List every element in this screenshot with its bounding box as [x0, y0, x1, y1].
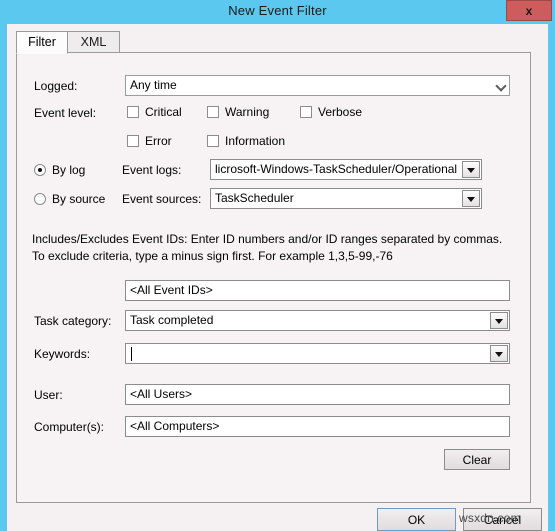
- checkbox-label: Error: [145, 134, 172, 148]
- event-ids-input[interactable]: <All Event IDs>: [125, 280, 510, 301]
- close-icon[interactable]: x: [506, 0, 552, 21]
- ok-button[interactable]: OK: [377, 508, 456, 531]
- computers-input[interactable]: <All Computers>: [125, 416, 510, 437]
- event-ids-help-text: Includes/Excludes Event IDs: Enter ID nu…: [32, 232, 503, 263]
- user-label: User:: [34, 388, 63, 402]
- checkbox-box: [300, 106, 312, 118]
- logged-label: Logged:: [34, 79, 78, 93]
- task-category-label: Task category:: [34, 314, 112, 328]
- cancel-button[interactable]: Cancel: [463, 508, 542, 531]
- checkbox-box: [127, 106, 139, 118]
- radio-label: By log: [52, 163, 86, 177]
- dropdown-arrow-icon[interactable]: [490, 312, 508, 329]
- event-sources-value: TaskScheduler: [215, 191, 294, 205]
- task-category-combobox[interactable]: Task completed: [125, 310, 510, 331]
- checkbox-label: Warning: [225, 105, 270, 119]
- checkbox-box: [207, 106, 219, 118]
- window-title: New Event Filter: [228, 3, 327, 18]
- dropdown-arrow-icon[interactable]: [462, 161, 480, 178]
- text-caret: [131, 347, 132, 361]
- task-category-value: Task completed: [130, 313, 214, 327]
- checkbox-box: [127, 135, 139, 147]
- checkbox-label: Critical: [145, 105, 182, 119]
- keywords-label: Keywords:: [34, 347, 91, 361]
- checkbox-box: [207, 135, 219, 147]
- logged-combobox[interactable]: Any time: [125, 75, 510, 96]
- event-logs-label: Event logs:: [122, 163, 182, 177]
- event-logs-combobox[interactable]: licrosoft-Windows-TaskScheduler/Operatio…: [210, 159, 482, 180]
- new-event-filter-dialog: New Event Filter x Filter XML Logged: An…: [0, 0, 555, 531]
- dropdown-arrow-icon[interactable]: [462, 190, 480, 207]
- checkbox-label: Information: [225, 134, 286, 148]
- filter-tab-panel: Logged: Any time Event level: Critical W…: [16, 52, 531, 503]
- clear-button[interactable]: Clear: [444, 449, 510, 470]
- event-sources-label: Event sources:: [122, 192, 202, 206]
- event-sources-combobox[interactable]: TaskScheduler: [210, 188, 482, 209]
- tab-filter[interactable]: Filter: [16, 31, 68, 54]
- user-input[interactable]: <All Users>: [125, 384, 510, 405]
- checkbox-label: Verbose: [318, 105, 363, 119]
- radio-dot: [34, 193, 46, 205]
- keywords-combobox[interactable]: [125, 343, 510, 364]
- dropdown-arrow-icon[interactable]: [490, 345, 508, 362]
- dialog-client-area: Filter XML Logged: Any time Event level:…: [7, 24, 548, 531]
- event-logs-value: licrosoft-Windows-TaskScheduler/Operatio…: [215, 162, 458, 176]
- computers-label: Computer(s):: [34, 420, 105, 434]
- event-level-label: Event level:: [34, 106, 97, 120]
- radio-label: By source: [52, 192, 106, 206]
- tab-xml[interactable]: XML: [68, 31, 120, 53]
- radio-dot: [34, 164, 46, 176]
- title-bar: New Event Filter x: [0, 0, 555, 24]
